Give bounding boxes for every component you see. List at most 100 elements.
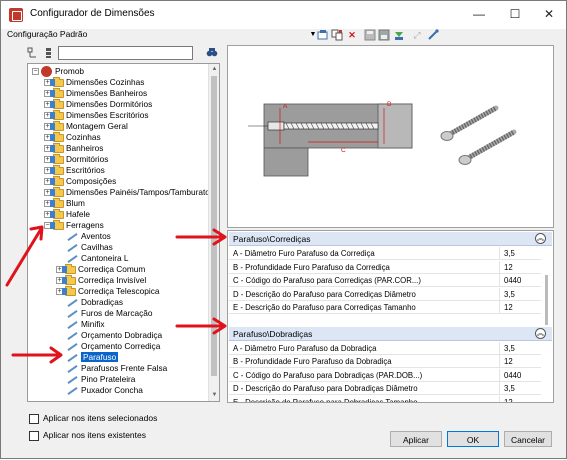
tree-item[interactable]: Parafusos Frente Falsa bbox=[66, 363, 167, 374]
tree-item[interactable]: + Blum bbox=[44, 197, 85, 209]
collapse-group-icon[interactable]: ︽ bbox=[535, 327, 546, 339]
scroll-up-icon[interactable]: ▲ bbox=[209, 64, 219, 75]
group-header[interactable]: Parafuso\Corrediças ︽ bbox=[229, 232, 552, 246]
tree-item-root[interactable]: − Promob bbox=[32, 66, 84, 78]
edit-config-icon[interactable] bbox=[317, 29, 329, 41]
property-row[interactable]: A - Diâmetro Furo Parafuso da Corrediça 3… bbox=[229, 247, 541, 260]
screw-icon bbox=[66, 232, 78, 241]
property-row[interactable]: B - Profundidade Furo Parafuso da Corred… bbox=[229, 260, 544, 274]
tree-item[interactable]: + Corrediça Invisível bbox=[56, 274, 147, 286]
scroll-down-icon[interactable]: ▼ bbox=[209, 390, 219, 401]
maximize-button[interactable]: ☐ bbox=[501, 5, 529, 23]
folder-icon bbox=[50, 131, 64, 142]
tree-scrollbar[interactable]: ▲ ▼ bbox=[208, 64, 219, 401]
tree-item[interactable]: Dobradiças bbox=[66, 297, 123, 308]
property-value[interactable]: 3,5 bbox=[499, 287, 544, 301]
save-icon[interactable] bbox=[364, 29, 376, 41]
label-a: A bbox=[283, 103, 288, 110]
minimize-button[interactable]: — bbox=[465, 5, 493, 23]
property-row[interactable]: B - Profundidade Furo Parafuso da Dobrad… bbox=[229, 355, 541, 368]
apply-existing-label: Aplicar nos itens existentes bbox=[43, 430, 146, 440]
tree-item[interactable]: + Dimensões Cozinhas bbox=[44, 76, 144, 88]
tree-label: Dimensões Painéis/Tampos/Tamburatos bbox=[66, 187, 215, 197]
property-row[interactable]: D - Descrição do Parafuso para Dobradiça… bbox=[229, 382, 541, 395]
search-input[interactable] bbox=[58, 46, 193, 60]
copy-config-icon[interactable] bbox=[331, 29, 343, 41]
property-value[interactable]: 12 bbox=[499, 301, 544, 314]
tree-item[interactable]: + Hafele bbox=[44, 208, 90, 220]
collapse-all-icon[interactable] bbox=[27, 47, 39, 59]
tree-item[interactable]: + Composições bbox=[44, 175, 116, 187]
tree-label: Cantoneira L bbox=[81, 253, 129, 263]
tree-item[interactable]: + Dimensões Escritórios bbox=[44, 109, 149, 121]
apply-existing-option[interactable]: Aplicar nos itens existentes bbox=[29, 429, 146, 441]
tree-item[interactable]: − Ferragens bbox=[44, 219, 104, 231]
tree-item[interactable]: Puxador Concha bbox=[66, 385, 143, 396]
property-row[interactable]: E - Descrição do Parafuso para Dobradiça… bbox=[229, 395, 544, 402]
property-value[interactable]: 3,5 bbox=[499, 382, 544, 395]
tree-item[interactable]: Pino Prateleira bbox=[66, 374, 135, 385]
tree-item[interactable]: + Escritórios bbox=[44, 164, 105, 176]
property-value[interactable]: 0440 bbox=[499, 274, 544, 287]
tree-item[interactable]: Minifix bbox=[66, 319, 105, 330]
property-row[interactable]: A - Diâmetro Furo Parafuso da Dobradiça 3… bbox=[229, 341, 544, 355]
tree-item-selected[interactable]: Parafuso bbox=[66, 352, 119, 363]
tree-item[interactable]: + Banheiros bbox=[44, 142, 103, 154]
property-label: C - Código do Parafuso para Dobradiças (… bbox=[233, 370, 423, 380]
apply-selected-option[interactable]: Aplicar nos itens selecionados bbox=[29, 412, 157, 424]
ok-button[interactable]: OK bbox=[447, 431, 499, 447]
save-as-icon[interactable] bbox=[378, 29, 390, 41]
property-value[interactable]: 12 bbox=[499, 395, 544, 402]
property-value[interactable]: 3,5 bbox=[499, 341, 544, 355]
import-icon[interactable] bbox=[393, 29, 405, 41]
property-value[interactable]: 12 bbox=[499, 355, 544, 368]
group-header[interactable]: Parafuso\Dobradiças ︽ bbox=[229, 326, 552, 341]
properties-scrollbar[interactable] bbox=[542, 275, 552, 325]
tree-item[interactable]: + Montagem Geral bbox=[44, 120, 128, 132]
scroll-thumb[interactable] bbox=[545, 275, 548, 325]
tree-label: Corrediça Invisível bbox=[78, 275, 147, 285]
link-icon[interactable]: ⤢ bbox=[411, 29, 423, 41]
tree-item[interactable]: + Cozinhas bbox=[44, 131, 101, 143]
folder-icon bbox=[50, 186, 64, 197]
folder-icon bbox=[62, 274, 76, 285]
screw-3d-icon bbox=[440, 105, 499, 141]
scroll-thumb[interactable] bbox=[211, 76, 217, 376]
property-value[interactable]: 0440 bbox=[499, 368, 544, 382]
property-row[interactable]: E - Descrição do Parafuso para Corrediça… bbox=[229, 301, 541, 314]
folder-icon bbox=[50, 76, 64, 87]
collapse-group-icon[interactable]: ︽ bbox=[535, 233, 546, 244]
folder-icon bbox=[50, 109, 64, 120]
property-row[interactable]: D - Descrição do Parafuso para Corrediça… bbox=[229, 287, 544, 301]
expand-all-icon[interactable] bbox=[43, 47, 55, 59]
tree-item[interactable]: Cantoneira L bbox=[66, 253, 129, 264]
cancel-button[interactable]: Cancelar bbox=[504, 431, 552, 447]
tree-item[interactable]: Furos de Marcação bbox=[66, 308, 152, 319]
apply-selected-checkbox[interactable] bbox=[29, 413, 39, 424]
property-row[interactable]: C - Código do Parafuso para Dobradiças (… bbox=[229, 368, 544, 382]
collapse-toggle-icon[interactable]: − bbox=[32, 68, 39, 76]
tree-label: Pino Prateleira bbox=[81, 374, 136, 384]
close-button[interactable]: ✕ bbox=[535, 5, 563, 23]
tools-icon[interactable] bbox=[427, 29, 439, 41]
tree-item[interactable]: Orçamento Dobradiça bbox=[66, 330, 162, 341]
property-value[interactable]: 3,5 bbox=[499, 247, 544, 260]
tree-item[interactable]: Aventos bbox=[66, 231, 111, 242]
tree-label: Dimensões Escritórios bbox=[66, 110, 149, 120]
tree-item[interactable]: + Dormitórios bbox=[44, 153, 108, 165]
apply-button[interactable]: Aplicar bbox=[390, 431, 442, 447]
tree-item[interactable]: + Corrediça Telescopica bbox=[56, 285, 159, 297]
tree-item[interactable]: + Dimensões Painéis/Tampos/Tamburatos bbox=[44, 186, 215, 198]
property-row[interactable]: C - Código do Parafuso para Corrediças (… bbox=[229, 274, 541, 287]
tree-item[interactable]: + Dimensões Dormitórios bbox=[44, 98, 152, 110]
tree-item[interactable]: + Dimensões Banheiros bbox=[44, 87, 147, 99]
binoculars-icon[interactable] bbox=[206, 46, 218, 58]
delete-config-icon[interactable]: ✕ bbox=[346, 29, 358, 41]
apply-existing-checkbox[interactable] bbox=[29, 430, 39, 441]
tree-item[interactable]: Cavilhas bbox=[66, 242, 113, 253]
property-label: C - Código do Parafuso para Corrediças (… bbox=[233, 276, 421, 285]
property-value[interactable]: 12 bbox=[499, 260, 544, 274]
tree-item[interactable]: Orçamento Corrediça bbox=[66, 341, 160, 352]
category-tree[interactable]: − Promob + Dimensões Cozinhas + Dimensões Ban… bbox=[27, 63, 220, 402]
tree-item[interactable]: + Corrediça Comum bbox=[56, 263, 145, 275]
